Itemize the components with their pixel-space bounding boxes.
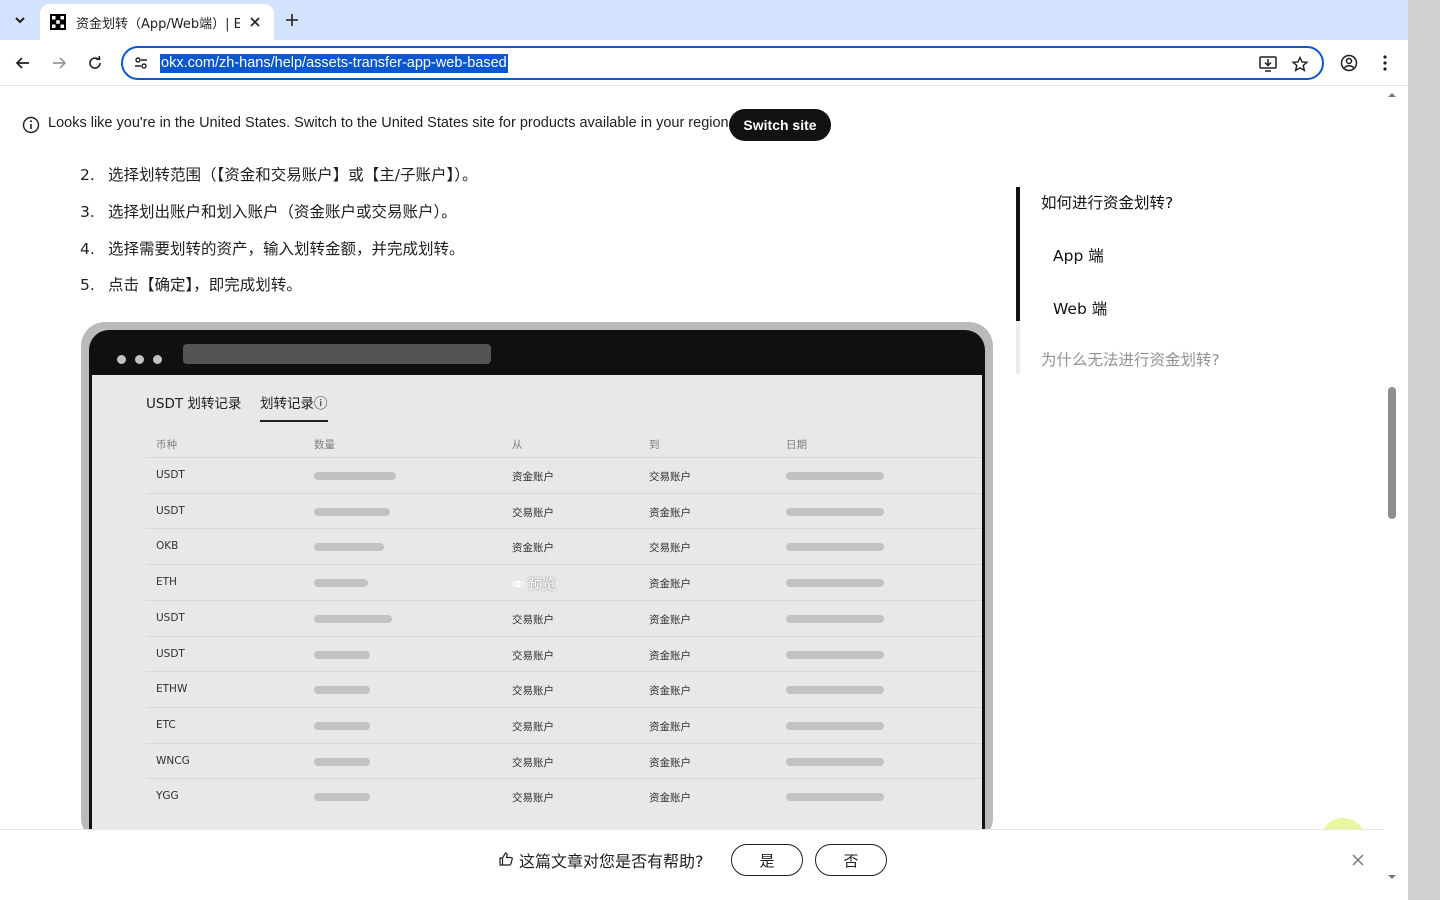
preview-label[interactable]: 预览 <box>511 574 556 594</box>
feedback-no-button[interactable]: 否 <box>815 844 887 876</box>
url-text[interactable]: okx.com/zh-hans/help/assets-transfer-app… <box>160 53 508 73</box>
reload-icon[interactable] <box>83 51 107 75</box>
step-item: 5. 点击【确定】，即完成划转。 <box>80 276 302 294</box>
scroll-up-icon[interactable] <box>1387 90 1397 100</box>
info-icon <box>22 116 40 134</box>
toc-item-app[interactable]: App 端 <box>1053 244 1104 266</box>
tab-search-icon[interactable] <box>8 8 32 32</box>
step-item: 4. 选择需要划转的资产，输入划转金额，并完成划转。 <box>80 240 465 258</box>
feedback-yes-button[interactable]: 是 <box>731 844 803 876</box>
install-app-icon[interactable] <box>1256 52 1280 76</box>
tab-title: 资金划转（App/Web端）| E <box>76 16 240 32</box>
forward-icon[interactable] <box>47 51 71 75</box>
scroll-thumb[interactable] <box>1388 387 1396 519</box>
feedback-bar: 这篇文章对您是否有帮助? 是 否 <box>0 829 1384 887</box>
desktop-background <box>1408 0 1440 900</box>
profile-icon[interactable] <box>1337 51 1361 75</box>
feedback-question: 这篇文章对您是否有帮助? <box>519 852 704 871</box>
feedback-close-icon[interactable] <box>1350 852 1366 868</box>
region-message: Looks like you're in the United States. … <box>48 115 733 131</box>
address-bar[interactable]: okx.com/zh-hans/help/assets-transfer-app… <box>121 46 1324 80</box>
browser-toolbar: okx.com/zh-hans/help/assets-transfer-app… <box>0 40 1408 86</box>
switch-site-button[interactable]: Switch site <box>729 109 831 141</box>
browser-tab[interactable]: 资金划转（App/Web端）| E <box>40 4 274 40</box>
tab-strip: 资金划转（App/Web端）| E <box>0 0 1408 40</box>
bookmark-star-icon[interactable] <box>1288 52 1312 76</box>
region-banner: Looks like you're in the United States. … <box>0 87 1384 163</box>
toc-item-how-to-transfer[interactable]: 如何进行资金划转? <box>1041 191 1173 213</box>
eye-icon <box>511 580 525 588</box>
transfer-history-screenshot[interactable]: USDT 划转记录 划转记录ⓘ 币种 数量 从 到 日期 USDT 资金账户 交易账… <box>81 322 993 842</box>
toc-active-bar <box>1016 187 1020 321</box>
tab-close-icon[interactable] <box>246 13 264 31</box>
kebab-menu-icon[interactable] <box>1373 51 1397 75</box>
step-item: 3. 选择划出账户和划入账户（资金账户或交易账户）。 <box>80 203 457 221</box>
page-viewport: 2. 选择划转范围（【资金和交易账户】或【主/子账户】）。 3. 选择划出账户和划入… <box>0 87 1408 900</box>
site-info-icon[interactable] <box>129 51 153 75</box>
back-icon[interactable] <box>11 51 35 75</box>
toc-item-why-cannot-transfer[interactable]: 为什么无法进行资金划转? <box>1041 348 1220 370</box>
thumbs-up-icon <box>499 852 513 866</box>
scroll-down-icon[interactable] <box>1387 872 1397 882</box>
okx-favicon-icon <box>50 14 66 30</box>
toc-inactive-bar <box>1016 321 1020 374</box>
toc-item-web[interactable]: Web 端 <box>1053 297 1107 319</box>
new-tab-icon[interactable] <box>280 8 304 32</box>
step-item: 2. 选择划转范围（【资金和交易账户】或【主/子账户】）。 <box>80 166 478 184</box>
